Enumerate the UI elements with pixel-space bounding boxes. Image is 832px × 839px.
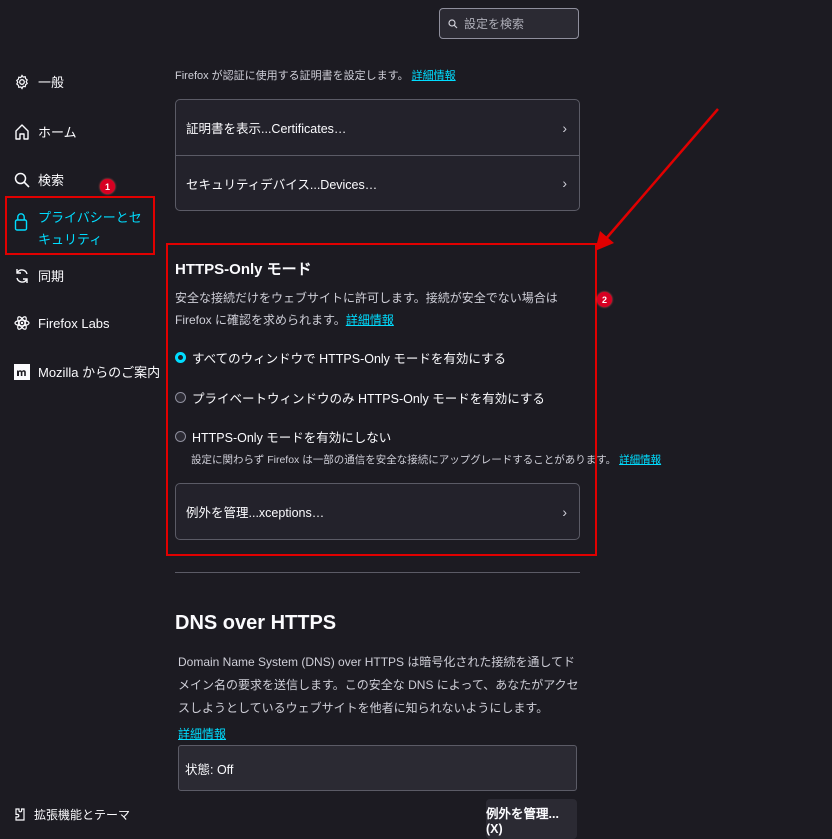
certificates-learn-more-link[interactable]: 詳細情報 <box>412 70 456 82</box>
annotation-arrow-icon <box>595 108 719 251</box>
https-only-description: 安全な接続だけをウェブサイトに許可します。接続が安全でない場合は Firefox… <box>175 291 558 327</box>
dns-status-box: 状態: Off <box>178 745 577 791</box>
sidebar-item-label: 検索 <box>38 173 65 188</box>
https-only-exceptions-card: 例外を管理...xceptions… › <box>175 483 580 540</box>
dns-status-text: 状態: Off <box>185 762 234 777</box>
sidebar-item-label: プライバシーとセキュリティ <box>38 210 142 247</box>
search-input[interactable] <box>464 16 564 31</box>
annotation-badge-2: 2 <box>597 292 612 307</box>
gear-icon <box>16 73 28 90</box>
home-icon <box>15 123 29 140</box>
sidebar-item-general[interactable]: 一般 <box>14 72 64 91</box>
https-only-note-learn-more-link[interactable]: 詳細情報 <box>619 454 661 466</box>
sidebar-item-home[interactable]: ホーム <box>14 122 77 141</box>
sync-icon <box>16 268 28 283</box>
search-icon <box>14 172 30 188</box>
certificates-description: Firefox が認証に使用する証明書を設定します。 詳細情報 <box>175 70 456 82</box>
sidebar-item-search[interactable]: 検索 <box>14 170 64 189</box>
section-divider <box>175 572 580 573</box>
https-only-learn-more-link[interactable]: 詳細情報 <box>346 313 394 327</box>
annotation-badge-1: 1 <box>100 179 115 194</box>
dns-manage-exceptions-button[interactable]: 例外を管理... (X) <box>486 799 577 839</box>
dns-description: Domain Name System (DNS) over HTTPS は暗号化… <box>178 655 579 715</box>
puzzle-icon <box>15 807 25 821</box>
sidebar-item-label: 拡張機能とテーマ <box>34 808 131 822</box>
search-icon <box>448 18 458 28</box>
radio-indicator <box>175 392 186 403</box>
https-only-note: 設定に関わらず Firefox は一部の通信を安全な接続にアップグレードすること… <box>191 454 662 466</box>
https-only-private-windows-radio[interactable]: プライベートウィンドウのみ HTTPS-Only モードを有効にする <box>175 388 545 407</box>
https-only-disable-radio[interactable]: HTTPS-Only モードを有効にしない <box>175 427 391 446</box>
lock-icon <box>14 213 28 231</box>
sidebar-item-sync[interactable]: 同期 <box>14 266 64 285</box>
https-only-title: HTTPS-Only モード <box>175 261 312 278</box>
sidebar-item-label: 一般 <box>38 75 65 90</box>
sidebar-item-mozilla[interactable]: Mozilla からのご案内 <box>14 362 160 381</box>
atom-icon <box>14 316 30 330</box>
sidebar-item-label: ホーム <box>38 125 77 140</box>
mozilla-icon <box>14 363 30 380</box>
sidebar-item-label: Firefox Labs <box>38 315 110 331</box>
security-devices-button[interactable]: セキュリティデバイス...Devices… › <box>176 155 579 210</box>
dns-section-title: DNS over HTTPS <box>175 612 337 634</box>
search-box[interactable] <box>439 8 579 39</box>
radio-selected-indicator <box>175 352 186 363</box>
dns-learn-more-link[interactable]: 詳細情報 <box>178 725 226 742</box>
certificates-card: 証明書を表示...Certificates… › セキュリティデバイス...De… <box>175 99 580 211</box>
view-certificates-button[interactable]: 証明書を表示...Certificates… › <box>176 100 579 155</box>
chevron-right-icon: › <box>562 119 567 136</box>
manage-https-exceptions-button[interactable]: 例外を管理...xceptions… › <box>176 484 579 539</box>
chevron-right-icon: › <box>562 175 567 191</box>
chevron-right-icon: › <box>562 503 567 520</box>
sidebar-item-firefox-labs[interactable]: Firefox Labs <box>14 314 110 332</box>
radio-indicator <box>175 431 186 442</box>
https-only-all-windows-radio[interactable]: すべてのウィンドウで HTTPS-Only モードを有効にする <box>175 348 506 367</box>
sidebar-item-label: Mozilla からのご案内 <box>38 365 161 380</box>
sidebar-item-privacy-security[interactable]: プライバシーとセキュリティ <box>14 207 150 251</box>
sidebar-item-label: 同期 <box>38 269 65 284</box>
sidebar-item-extensions-themes[interactable]: 拡張機能とテーマ <box>14 806 130 823</box>
